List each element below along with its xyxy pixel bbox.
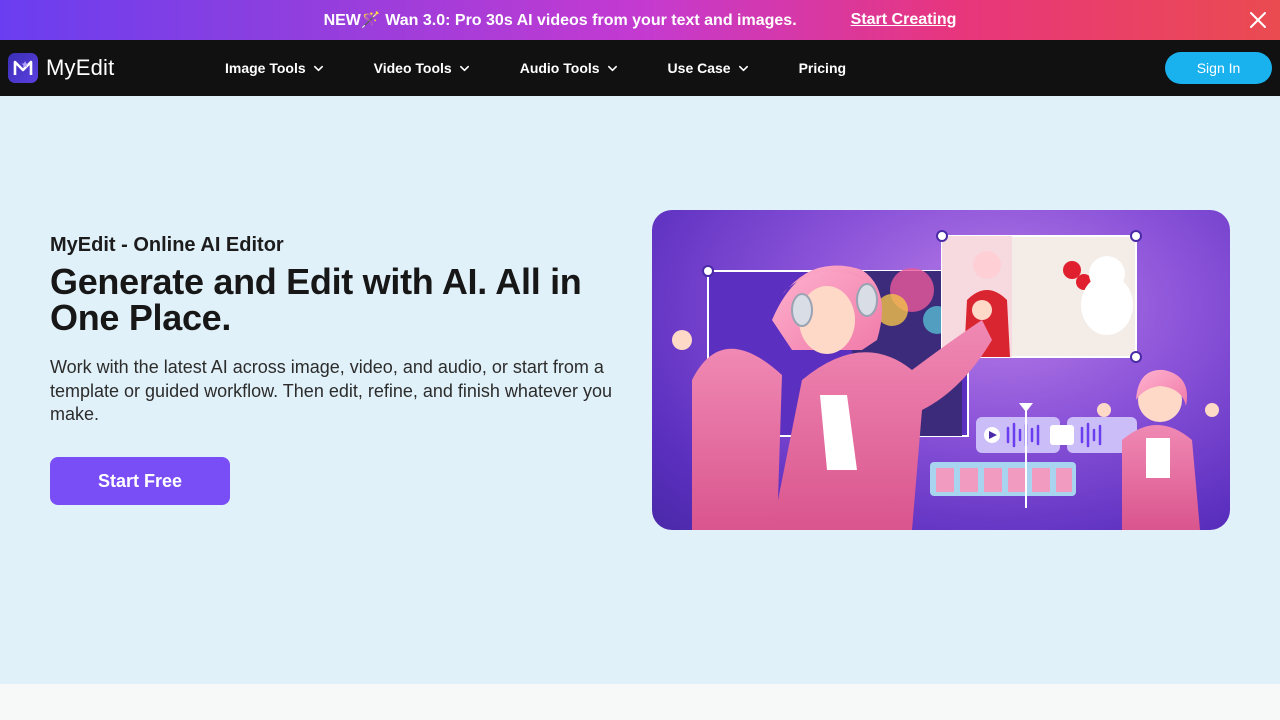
hero-headline: Generate and Edit with AI. All in One Pl… bbox=[50, 261, 582, 338]
chevron-down-icon bbox=[738, 65, 748, 71]
next-section-strip bbox=[0, 684, 1280, 720]
menu-label: Audio Tools bbox=[519, 60, 600, 76]
menu-label: Video Tools bbox=[373, 60, 452, 76]
start-free-button[interactable]: Start Free bbox=[50, 457, 230, 505]
chevron-down-icon bbox=[313, 65, 323, 71]
hero-illustration bbox=[652, 210, 1230, 530]
promo-text: NEW🪄 Wan 3.0: Pro 30s AI videos from you… bbox=[323, 12, 797, 29]
promo-banner: NEW🪄 Wan 3.0: Pro 30s AI videos from you… bbox=[0, 0, 1280, 40]
hero-subtext: Work with the latest AI across image, vi… bbox=[50, 357, 612, 424]
hero-section: MyEdit - Online AI Editor Generate and E… bbox=[0, 96, 1280, 684]
myedit-logo-icon bbox=[8, 53, 38, 83]
top-nav: MyEdit Image Tools Video Tools Audio Too… bbox=[0, 40, 1280, 96]
sign-in-button[interactable]: Sign In bbox=[1165, 52, 1272, 84]
menu-label: Use Case bbox=[667, 60, 731, 76]
menu-use-case[interactable]: Use Case bbox=[668, 60, 749, 76]
hero-artwork bbox=[672, 230, 1219, 530]
chevron-down-icon bbox=[607, 65, 617, 71]
start-creating-link[interactable]: Start Creating bbox=[851, 11, 957, 29]
menu-label: Image Tools bbox=[225, 60, 306, 76]
menu-audio-tools[interactable]: Audio Tools bbox=[520, 60, 618, 76]
logo[interactable]: MyEdit bbox=[8, 53, 114, 83]
hero-eyebrow: MyEdit - Online AI Editor bbox=[50, 234, 284, 256]
menu-video-tools[interactable]: Video Tools bbox=[374, 60, 470, 76]
menu-image-tools[interactable]: Image Tools bbox=[225, 60, 324, 76]
main-menu: Image Tools Video Tools Audio Tools Use … bbox=[225, 40, 896, 96]
menu-pricing[interactable]: Pricing bbox=[799, 60, 846, 76]
logo-text: MyEdit bbox=[46, 55, 115, 80]
close-icon[interactable] bbox=[1248, 10, 1268, 30]
chevron-down-icon bbox=[459, 65, 469, 71]
menu-label: Pricing bbox=[798, 60, 847, 76]
